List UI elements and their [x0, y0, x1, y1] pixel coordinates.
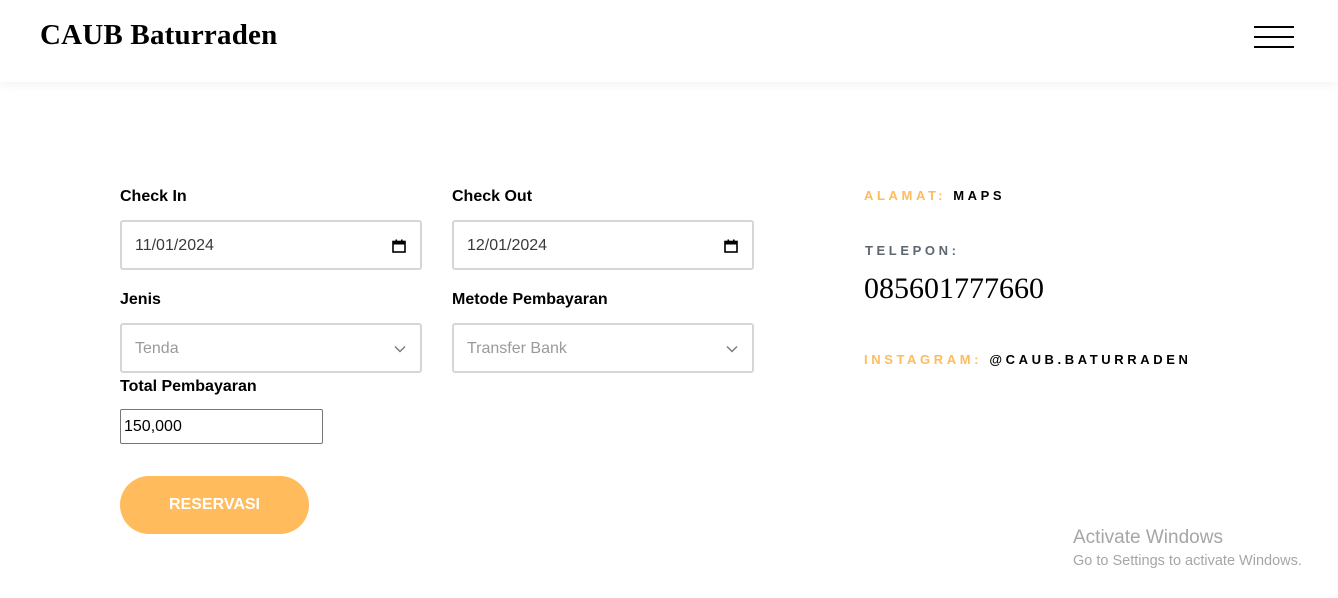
total-pembayaran-input[interactable]: 150,000: [120, 409, 323, 444]
hamburger-menu-icon[interactable]: [1254, 26, 1294, 50]
menu-line: [1254, 46, 1294, 48]
check-in-label: Check In: [120, 188, 187, 205]
jenis-label: Jenis: [120, 291, 161, 308]
telepon-number[interactable]: 085601777660: [864, 272, 1044, 306]
calendar-icon[interactable]: [392, 239, 406, 253]
check-in-value: 11/01/2024: [135, 237, 214, 254]
instagram-handle-link[interactable]: @CAUB.BATURRADEN: [989, 352, 1191, 367]
brand-title[interactable]: CAUB Baturraden: [40, 19, 277, 52]
menu-line: [1254, 36, 1294, 38]
watermark-title: Activate Windows: [1073, 527, 1223, 548]
metode-selected-value: Transfer Bank: [467, 340, 567, 357]
chevron-down-icon: [394, 346, 406, 353]
navbar: CAUB Baturraden: [0, 0, 1338, 82]
alamat-maps-link[interactable]: MAPS: [953, 188, 1005, 203]
total-pembayaran-label: Total Pembayaran: [120, 378, 257, 395]
check-out-label: Check Out: [452, 188, 533, 205]
jenis-selected-value: Tenda: [135, 340, 179, 357]
reservasi-button[interactable]: RESERVASI: [120, 476, 309, 534]
alamat-row: ALAMAT: MAPS: [864, 188, 1005, 203]
jenis-select[interactable]: Tenda: [120, 323, 422, 373]
instagram-row: INSTAGRAM: @CAUB.BATURRADEN: [864, 352, 1192, 367]
metode-pembayaran-select[interactable]: Transfer Bank: [452, 323, 754, 373]
check-in-date-input[interactable]: 11/01/2024: [120, 220, 422, 270]
alamat-label: ALAMAT:: [864, 188, 946, 203]
windows-activation-watermark: Activate Windows Go to Settings to activ…: [1073, 527, 1302, 569]
check-out-value: 12/01/2024: [467, 237, 548, 254]
menu-line: [1254, 26, 1294, 28]
telepon-label: TELEPON:: [865, 243, 960, 258]
instagram-label: INSTAGRAM:: [864, 352, 983, 367]
check-out-date-input[interactable]: 12/01/2024: [452, 220, 754, 270]
watermark-subtitle: Go to Settings to activate Windows.: [1073, 553, 1302, 569]
calendar-icon[interactable]: [724, 239, 738, 253]
metode-pembayaran-label: Metode Pembayaran: [452, 291, 608, 308]
chevron-down-icon: [726, 346, 738, 353]
total-pembayaran-value: 150,000: [124, 418, 182, 435]
